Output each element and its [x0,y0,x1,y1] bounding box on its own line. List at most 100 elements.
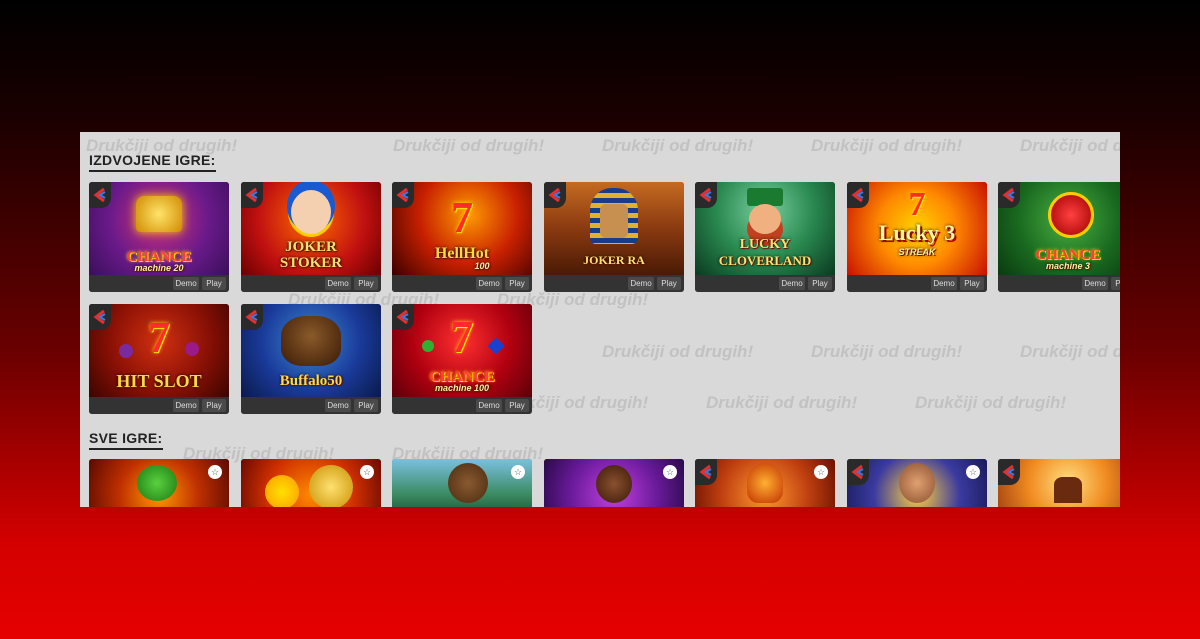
heart-icon [1038,182,1104,248]
star-icon[interactable]: ☆ [360,465,374,479]
demo-button[interactable]: Demo [1082,277,1108,290]
provider-logo-icon [847,182,869,208]
game-artwork [544,459,684,507]
provider-logo-icon [847,459,869,485]
game-subtitle: STOKER [279,255,343,271]
game-actions-bar: Demo Play [847,275,987,292]
game-card[interactable]: 7 HIT SLOT Demo Play [89,304,229,414]
game-artwork [89,459,229,507]
character-icon [596,465,632,503]
star-icon[interactable]: ☆ [511,465,525,479]
game-card[interactable]: ☆ [847,459,987,507]
provider-logo-icon [695,459,717,485]
game-card[interactable]: 7 CHANCE machine 100 Demo Play [392,304,532,414]
game-card[interactable]: CHANCE machine 20 Demo Play [89,182,229,292]
man-portrait-icon [899,463,935,503]
watermark-text: Drukčiji od drugih! [811,342,963,361]
watermark-text: Drukčiji od drugih! [602,136,754,155]
game-subtitle: machine 3 [1045,261,1091,271]
lemon-icon [265,475,299,507]
game-artwork [241,459,381,507]
bear-icon [448,463,488,503]
play-button[interactable]: Play [202,277,226,290]
provider-logo-icon [695,182,717,208]
play-button[interactable]: Play [960,277,984,290]
demo-button[interactable]: Demo [173,277,199,290]
play-button[interactable]: Play [505,277,529,290]
game-card[interactable]: ☆ [695,459,835,507]
games-panel: Drukčiji od drugih! Drukčiji od drugih! … [80,132,1120,507]
coin-icon [309,465,353,507]
game-actions-bar: Demo Play [392,275,532,292]
watermark-text: Drukčiji od drugih! [811,136,963,155]
star-icon[interactable]: ☆ [814,465,828,479]
watermark-text: Drukčiji od drugih! [602,342,754,361]
demo-button[interactable]: Demo [779,277,805,290]
game-subtitle: machine 20 [134,263,184,273]
game-actions-bar: Demo Play [392,397,532,414]
demo-button[interactable]: Demo [325,277,351,290]
all-games-heading: SVE IGRE: [89,430,163,450]
game-card[interactable]: LUCKY CLOVERLAND Demo Play [695,182,835,292]
game-title: LUCKY [739,237,791,252]
star-icon[interactable]: ☆ [966,465,980,479]
game-title: JOKER [285,239,337,255]
game-card[interactable]: ☆ [392,459,532,507]
star-icon[interactable]: ☆ [208,465,222,479]
play-button[interactable]: Play [354,399,378,412]
game-actions-bar: Demo Play [241,275,381,292]
game-card[interactable]: 7 HellHot 100 Demo Play [392,182,532,292]
game-artwork [392,459,532,507]
game-actions-bar: Demo Play [89,397,229,414]
demo-button[interactable]: Demo [325,399,351,412]
grape-icon [119,344,133,358]
game-card[interactable]: Buffalo50 Demo Play [241,304,381,414]
game-actions-bar: Demo Play [998,275,1120,292]
game-actions-bar: Demo Play [695,275,835,292]
watermark-text: Drukčiji od drugih! [1020,342,1120,361]
play-button[interactable]: Play [505,399,529,412]
spartan-helmet-icon [747,463,783,503]
crown-icon [136,196,182,232]
game-card[interactable]: JOKER STOKER Demo Play [241,182,381,292]
buffalo-icon [281,316,341,366]
game-title: Buffalo50 [279,373,343,389]
play-button[interactable]: Play [354,277,378,290]
provider-logo-icon [392,304,414,330]
game-title: Lucky 3 [878,220,956,245]
pharaoh-face [600,204,628,238]
provider-logo-icon [89,304,111,330]
provider-logo-icon [544,182,566,208]
game-card[interactable]: ☆ [544,459,684,507]
provider-logo-icon [392,182,414,208]
watermark-text: Drukčiji od drugih! [393,136,545,155]
clover-icon [422,340,434,352]
game-actions-bar: Demo Play [544,275,684,292]
featured-games-heading: IZDVOJENE IGRE: [89,152,216,172]
play-button[interactable]: Play [657,277,681,290]
game-card[interactable]: 7 Lucky 3 STREAK Demo Play [847,182,987,292]
provider-logo-icon [998,459,1020,485]
demo-button[interactable]: Demo [476,277,502,290]
game-card[interactable]: JOKER RA Demo Play [544,182,684,292]
demo-button[interactable]: Demo [931,277,957,290]
provider-logo-icon [241,182,263,208]
play-button[interactable]: Play [202,399,226,412]
watermark-text: Drukčiji od drugih! [915,393,1067,412]
game-card[interactable]: CHANCE machine 3 Demo Play [998,182,1120,292]
star-icon[interactable]: ☆ [663,465,677,479]
camel-rider-icon [1054,477,1082,503]
game-subtitle: machine 100 [434,383,490,393]
provider-logo-icon [998,182,1020,208]
game-card[interactable]: ☆ [89,459,229,507]
watermark-text: Drukčiji od drugih! [1020,136,1120,155]
game-card[interactable] [998,459,1120,507]
leprechaun-face [749,204,781,234]
demo-button[interactable]: Demo [628,277,654,290]
play-button[interactable]: Play [1111,277,1120,290]
play-button[interactable]: Play [808,277,832,290]
demo-button[interactable]: Demo [173,399,199,412]
game-card[interactable]: ☆ [241,459,381,507]
demo-button[interactable]: Demo [476,399,502,412]
game-title: HellHot [434,245,490,262]
